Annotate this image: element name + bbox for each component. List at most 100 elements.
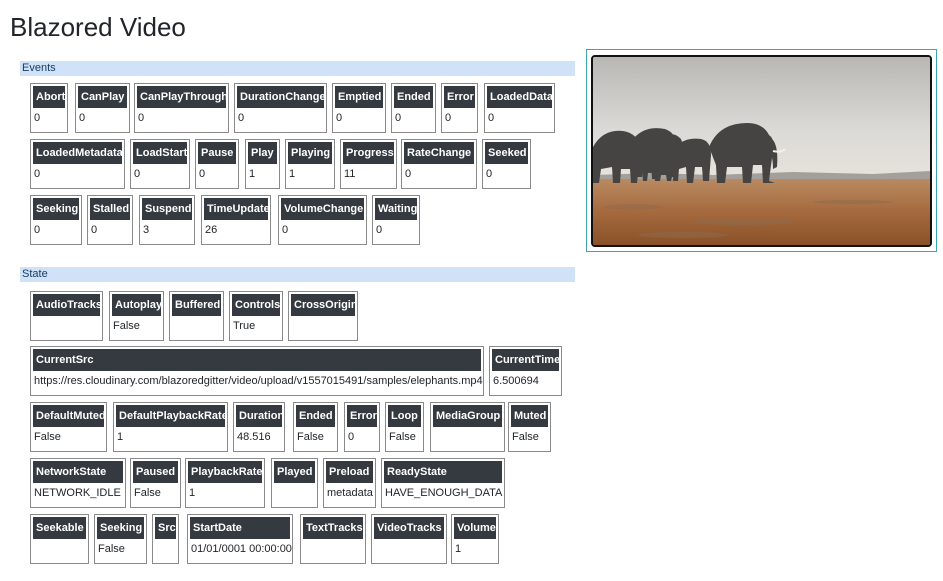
event-abort-label: Abort — [33, 86, 65, 108]
event-pause-card: Pause 0 — [195, 139, 239, 189]
state-paused-card: Paused False — [130, 458, 181, 508]
state-src-label: Src — [155, 517, 176, 539]
event-stalled-label: Stalled — [90, 198, 130, 220]
state-section-header: State — [20, 267, 575, 282]
state-cross-origin-card: CrossOrigin — [288, 291, 358, 341]
event-loaded-metadata-value: 0 — [34, 168, 41, 180]
state-buffered-label: Buffered — [172, 294, 221, 316]
state-controls-card: Controls True — [229, 291, 283, 341]
event-volume-change-label: VolumeChange — [281, 198, 364, 220]
state-default-playback-rate-card: DefaultPlaybackRate 1 — [113, 402, 228, 452]
event-loaded-metadata-label: LoadedMetadata — [33, 142, 122, 164]
state-default-muted-value: False — [34, 431, 61, 443]
state-current-time-card: CurrentTime 6.500694 — [489, 346, 562, 396]
state-muted-card: Muted False — [508, 402, 551, 452]
state-duration-card: Duration 48.516 — [233, 402, 285, 452]
state-seeking-label: Seeking — [97, 517, 144, 539]
state-autoplay-label: Autoplay — [112, 294, 161, 316]
state-video-tracks-label: VideoTracks — [374, 517, 444, 539]
state-current-src-label: CurrentSrc — [33, 349, 481, 371]
state-cross-origin-label: CrossOrigin — [291, 294, 355, 316]
state-ended-card: Ended False — [293, 402, 338, 452]
state-volume-value: 1 — [455, 543, 462, 555]
event-can-play-card: CanPlay 0 — [75, 83, 130, 133]
state-paused-label: Paused — [133, 461, 178, 483]
state-playback-rate-value: 1 — [189, 487, 196, 499]
event-error-label: Error — [444, 86, 475, 108]
state-loop-card: Loop False — [385, 402, 424, 452]
state-media-group-card: MediaGroup — [430, 402, 505, 452]
event-seeked-card: Seeked 0 — [482, 139, 531, 189]
event-playing-card: Playing 1 — [285, 139, 335, 189]
event-ended-value: 0 — [395, 112, 402, 124]
event-play-label: Play — [248, 142, 277, 164]
event-stalled-value: 0 — [91, 224, 98, 236]
event-pause-label: Pause — [198, 142, 236, 164]
state-start-date-card: StartDate 01/01/0001 00:00:00 — [187, 514, 293, 564]
event-rate-change-value: 0 — [405, 168, 412, 180]
event-waiting-card: Waiting 0 — [372, 195, 420, 245]
state-error-card: Error 0 — [344, 402, 380, 452]
state-error-label: Error — [347, 405, 377, 427]
event-stalled-card: Stalled 0 — [87, 195, 133, 245]
elephants-video-frame — [593, 57, 930, 245]
state-media-group-label: MediaGroup — [433, 405, 502, 427]
state-duration-label: Duration — [236, 405, 282, 427]
state-ready-state-card: ReadyState HAVE_ENOUGH_DATA — [381, 458, 505, 508]
event-load-start-label: LoadStart — [133, 142, 187, 164]
event-volume-change-value: 0 — [282, 224, 289, 236]
state-network-state-card: NetworkState NETWORK_IDLE — [30, 458, 126, 508]
event-seeking-value: 0 — [34, 224, 41, 236]
state-muted-label: Muted — [511, 405, 548, 427]
state-preload-label: Preload — [326, 461, 373, 483]
event-time-update-card: TimeUpdate 26 — [201, 195, 271, 245]
event-seeked-label: Seeked — [485, 142, 528, 164]
event-can-play-through-value: 0 — [138, 112, 145, 124]
event-suspend-label: Suspend — [142, 198, 192, 220]
event-can-play-through-card: CanPlayThrough 0 — [134, 83, 229, 133]
state-buffered-card: Buffered — [169, 291, 224, 341]
event-waiting-value: 0 — [376, 224, 383, 236]
event-can-play-value: 0 — [79, 112, 86, 124]
state-text-tracks-card: TextTracks — [300, 514, 366, 564]
event-play-value: 1 — [249, 168, 256, 180]
state-preload-card: Preload metadata — [323, 458, 376, 508]
state-autoplay-card: Autoplay False — [109, 291, 164, 341]
state-network-state-label: NetworkState — [33, 461, 123, 483]
event-playing-label: Playing — [288, 142, 332, 164]
event-loaded-data-card: LoadedData 0 — [484, 83, 555, 133]
state-current-time-label: CurrentTime — [492, 349, 559, 371]
state-played-card: Played — [271, 458, 318, 508]
event-load-start-card: LoadStart 0 — [130, 139, 190, 189]
event-play-card: Play 1 — [245, 139, 280, 189]
state-ended-value: False — [297, 431, 324, 443]
state-autoplay-value: False — [113, 320, 140, 332]
events-section-header: Events — [20, 61, 575, 76]
state-seeking-value: False — [98, 543, 125, 555]
event-waiting-label: Waiting — [375, 198, 417, 220]
page-title: Blazored Video — [10, 12, 186, 42]
state-muted-value: False — [512, 431, 539, 443]
event-can-play-through-label: CanPlayThrough — [137, 86, 226, 108]
state-src-card: Src — [152, 514, 179, 564]
event-emptied-label: Emptied — [335, 86, 383, 108]
state-current-src-card: CurrentSrc https://res.cloudinary.com/bla… — [30, 346, 484, 396]
state-paused-value: False — [134, 487, 161, 499]
state-volume-card: Volume 1 — [451, 514, 499, 564]
event-emptied-value: 0 — [336, 112, 343, 124]
state-duration-value: 48.516 — [237, 431, 271, 443]
event-seeking-label: Seeking — [33, 198, 79, 220]
state-controls-label: Controls — [232, 294, 280, 316]
event-duration-change-label: DurationChange — [237, 86, 324, 108]
state-controls-value: True — [233, 320, 256, 332]
state-volume-label: Volume — [454, 517, 496, 539]
state-loop-label: Loop — [388, 405, 421, 427]
state-default-muted-card: DefaultMuted False — [30, 402, 107, 452]
video-player[interactable] — [591, 55, 932, 247]
event-playing-value: 1 — [289, 168, 296, 180]
event-pause-value: 0 — [199, 168, 206, 180]
event-loaded-data-label: LoadedData — [487, 86, 552, 108]
event-seeking-card: Seeking 0 — [30, 195, 82, 245]
state-network-state-value: NETWORK_IDLE — [34, 487, 121, 499]
event-progress-card: Progress 11 — [340, 139, 397, 189]
